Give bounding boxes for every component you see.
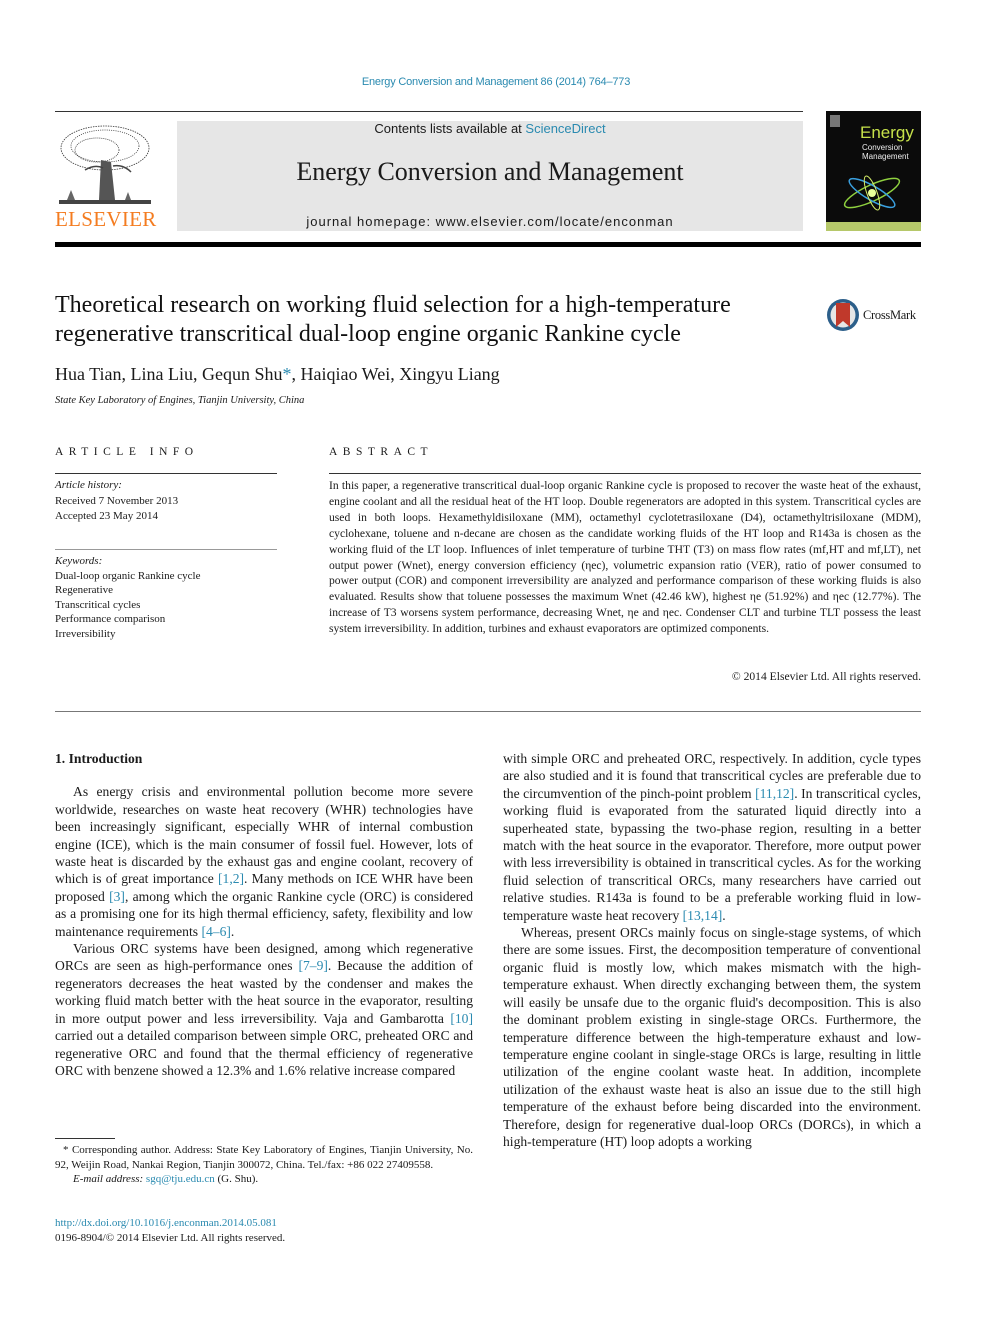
paragraph-text: Whereas, present ORCs mainly focus on si…	[503, 925, 921, 1149]
article-title-line1: Theoretical research on working fluid se…	[55, 292, 731, 318]
citation-link[interactable]: [11,12]	[755, 786, 794, 801]
contents-line: Contents lists available at ScienceDirec…	[177, 121, 803, 136]
abstract-heading: ABSTRACT	[329, 446, 434, 458]
journal-title[interactable]: Energy Conversion and Management	[177, 157, 803, 187]
footnote-divider	[55, 1138, 115, 1139]
email-suffix: (G. Shu).	[214, 1173, 259, 1185]
citation-link[interactable]: [3]	[109, 889, 125, 904]
left-paragraphs: As energy crisis and environmental pollu…	[55, 783, 473, 1079]
accepted-date: Accepted 23 May 2014	[55, 510, 158, 522]
elsevier-tree-icon	[55, 120, 155, 208]
abstract-copyright: © 2014 Elsevier Ltd. All rights reserved…	[731, 670, 921, 683]
keyword: Performance comparison	[55, 613, 166, 625]
author-list: Hua Tian, Lina Liu, Gequn Shu*, Haiqiao …	[55, 362, 500, 386]
journal-citation-link[interactable]: Energy Conversion and Management 86 (201…	[0, 76, 992, 88]
corresponding-author-note: * Corresponding author. Address: State K…	[55, 1144, 473, 1171]
cover-publisher-mark	[830, 115, 840, 127]
body-column-left: 1. Introduction As energy crisis and env…	[55, 750, 473, 1079]
history-label: Article history:	[55, 479, 122, 491]
paragraph-text: .	[230, 923, 235, 939]
doi-link[interactable]: http://dx.doi.org/10.1016/j.enconman.201…	[55, 1216, 285, 1231]
keyword: Irreversibility	[55, 627, 116, 640]
received-date: Received 7 November 2013	[55, 494, 179, 507]
elsevier-logo[interactable]: ELSEVIER	[55, 120, 157, 232]
corresponding-author-mark[interactable]: *	[283, 364, 292, 384]
abstract-divider	[329, 473, 921, 474]
article-info-heading: ARTICLE INFO	[55, 446, 199, 458]
header-thick-divider	[55, 242, 921, 247]
body-column-right: with simple ORC and preheated ORC, respe…	[503, 750, 921, 1150]
journal-homepage-link[interactable]: journal homepage: www.elsevier.com/locat…	[177, 214, 803, 229]
email-label: E-mail address:	[73, 1173, 146, 1185]
keyword: Dual-loop organic Rankine cycle	[55, 569, 201, 582]
cover-energy-swirl-icon	[843, 175, 901, 211]
keywords-label: Keywords:	[55, 555, 103, 567]
authors-before: Hua Tian, Lina Liu, Gequn Shu	[55, 364, 283, 384]
doi-block: http://dx.doi.org/10.1016/j.enconman.201…	[55, 1216, 285, 1245]
abstract-end-divider	[55, 711, 921, 712]
article-info-divider	[55, 473, 277, 474]
cover-subtitle: Conversion Management	[862, 143, 909, 161]
abstract-text: In this paper, a regenerative transcriti…	[329, 479, 921, 636]
body-paragraph: Whereas, present ORCs mainly focus on si…	[503, 924, 921, 1150]
crossmark-button[interactable]: CrossMark	[826, 297, 926, 333]
footnote: * Corresponding author. Address: State K…	[55, 1143, 473, 1187]
article-history: Article history: Received 7 November 201…	[55, 478, 178, 525]
journal-masthead: Contents lists available at ScienceDirec…	[177, 121, 803, 231]
crossmark-label: CrossMark	[863, 308, 916, 322]
top-divider	[55, 111, 803, 112]
keyword: Transcritical cycles	[55, 598, 141, 611]
section-heading: 1. Introduction	[55, 751, 143, 766]
cover-bottom-strip	[826, 222, 921, 231]
paragraph-text: .	[722, 907, 726, 923]
citation-link[interactable]: [1,2]	[218, 871, 244, 886]
paragraph-text: . In transcritical cycles, working fluid…	[503, 785, 921, 923]
issn-copyright: 0196-8904/© 2014 Elsevier Ltd. All right…	[55, 1231, 286, 1244]
sciencedirect-link[interactable]: ScienceDirect	[525, 121, 605, 136]
body-paragraph: As energy crisis and environmental pollu…	[55, 783, 473, 940]
journal-cover-image[interactable]: Energy Conversion Management	[826, 111, 921, 231]
keywords-divider	[55, 549, 277, 550]
elsevier-wordmark: ELSEVIER	[55, 207, 157, 231]
paragraph-text: carried out a detailed comparison betwee…	[55, 1028, 473, 1078]
right-paragraphs: with simple ORC and preheated ORC, respe…	[503, 750, 921, 1150]
article-title: Theoretical research on working fluid se…	[55, 291, 815, 349]
crossmark-icon	[827, 299, 859, 331]
body-paragraph: Various ORC systems have been designed, …	[55, 940, 473, 1079]
keyword: Regenerative	[55, 584, 114, 596]
affiliation: State Key Laboratory of Engines, Tianjin…	[55, 395, 305, 406]
cover-title: Energy	[860, 123, 914, 142]
email-link[interactable]: sgq@tju.edu.cn	[146, 1173, 215, 1185]
cover-subtitle-line1: Conversion	[862, 143, 903, 152]
keywords-block: Keywords: Dual-loop organic Rankine cycl…	[55, 554, 201, 641]
email-line: E-mail address: sgq@tju.edu.cn (G. Shu).	[55, 1172, 473, 1187]
body-paragraph: with simple ORC and preheated ORC, respe…	[503, 750, 921, 924]
authors-after: , Haiqiao Wei, Xingyu Liang	[291, 364, 500, 384]
cover-subtitle-line2: Management	[862, 152, 909, 161]
citation-link[interactable]: [7–9]	[298, 958, 327, 973]
citation-link[interactable]: [13,14]	[683, 908, 723, 923]
article-title-line2: regenerative transcritical dual-loop eng…	[55, 321, 681, 347]
citation-link[interactable]: [10]	[450, 1011, 473, 1026]
citation-link[interactable]: [4–6]	[201, 924, 230, 939]
contents-prefix: Contents lists available at	[374, 121, 526, 136]
